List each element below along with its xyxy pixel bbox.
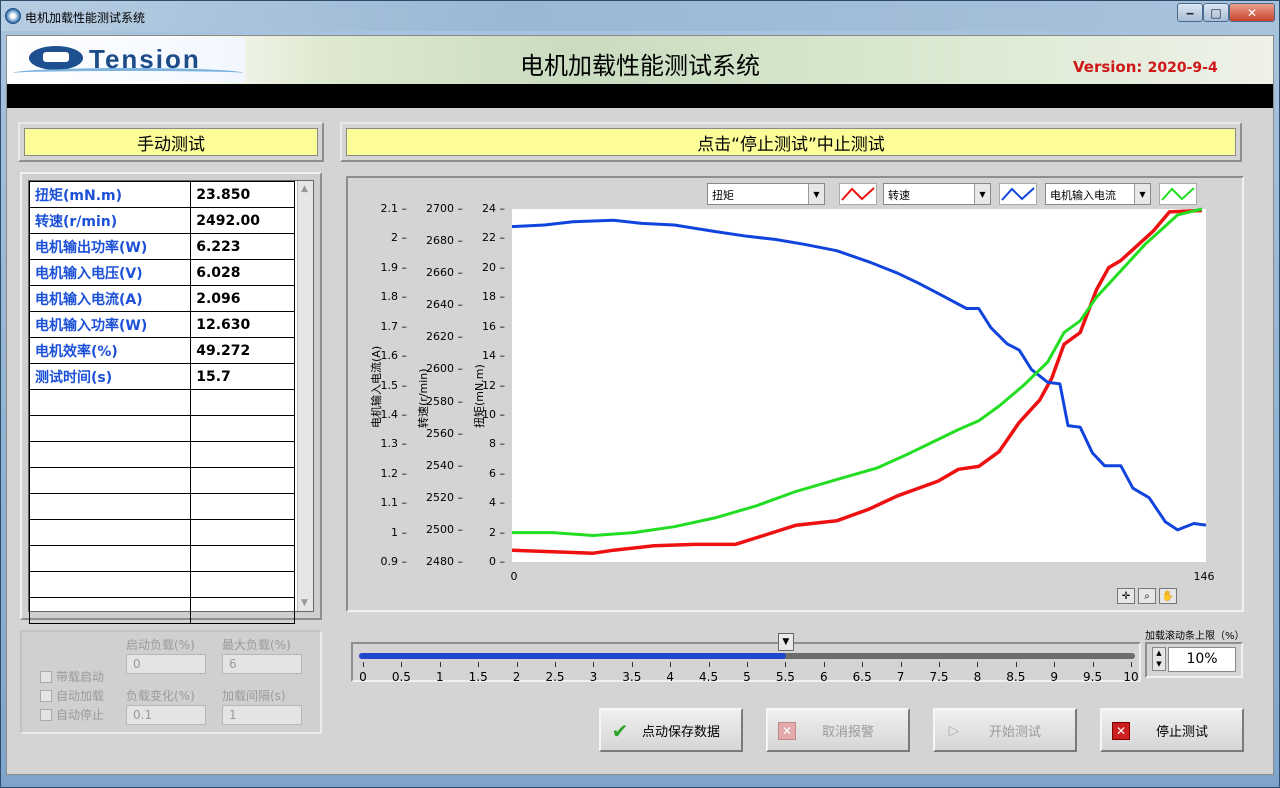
slider-tick-label: 5.5 [775, 670, 795, 684]
slider-tick-mark [977, 662, 979, 667]
slider-tick-label: 0 [359, 670, 367, 684]
slider-tick-mark [900, 662, 902, 667]
slider-tick-label: 2 [512, 670, 521, 684]
slider-tick-mark [1092, 662, 1094, 667]
slider-tick-label: 8.5 [1006, 670, 1026, 684]
slider-tick-label: 9 [1050, 670, 1058, 684]
load-slider-fill [359, 653, 786, 659]
slider-tick-label: 6 [819, 670, 828, 684]
window-title: 电机加载性能测试系统 [25, 11, 146, 25]
slider-tick-mark [401, 662, 403, 667]
slider-tick-mark [1054, 662, 1056, 667]
stop-test-button[interactable]: ✕ 停止测试 [1100, 708, 1244, 752]
slider-tick-label: 10 [1123, 670, 1139, 684]
slider-tick-mark [708, 662, 710, 667]
app-icon [5, 8, 21, 24]
slider-tick-label: 3.5 [622, 670, 642, 684]
cancel-alarm-button[interactable]: ✕ 取消报警 [766, 708, 910, 752]
slider-tick-mark [670, 662, 672, 667]
slider-tick-label: 1 [435, 670, 444, 684]
slider-tick-mark [516, 662, 518, 667]
app-window: 电机加载性能测试系统 ‒ □ ✕ Tension 电机加载性能测试系统 Vers… [0, 0, 1280, 788]
load-slider-thumb[interactable]: ▼ [777, 633, 794, 651]
slider-tick-label: 4 [666, 670, 674, 684]
slider-tick-label: 5 [743, 670, 751, 684]
slider-tick-mark [555, 662, 556, 667]
slider-tick-label: 7 [896, 670, 905, 684]
slider-tick-label: 2.5 [545, 670, 565, 684]
save-data-button[interactable]: ✔ 点动保存数据 [599, 708, 743, 752]
series-line [511, 208, 1202, 555]
slider-tick-label: 9.5 [1083, 670, 1103, 684]
x-icon: ✕ [1112, 722, 1130, 740]
crosshair-icon[interactable]: ✛ [1117, 588, 1135, 604]
slider-tick-label: 4.5 [699, 670, 719, 684]
client-area: Tension 电机加载性能测试系统 Version: 2020-9-4 手动测… [6, 35, 1274, 775]
start-test-label: 开始测试 [988, 724, 1041, 740]
check-icon: ✔ [611, 719, 629, 743]
slider-tick-mark [439, 662, 441, 667]
slider-tick-mark [862, 662, 864, 667]
slider-tick-mark [785, 662, 787, 667]
slider-tick-mark [593, 662, 595, 667]
minimize-button[interactable]: ‒ [1177, 3, 1203, 22]
zoom-icon[interactable]: ⌕ [1138, 588, 1156, 604]
slider-tick-mark [1131, 662, 1132, 667]
slider-tick-mark [747, 662, 748, 667]
slider-tick-label: 6.5 [852, 670, 872, 684]
maximize-button[interactable]: □ [1203, 3, 1229, 22]
slider-tick-mark [363, 662, 364, 667]
slider-tick-label: 8 [973, 670, 982, 684]
slider-tick-label: 3 [589, 670, 598, 684]
cancel-alarm-label: 取消报警 [821, 724, 874, 740]
stop-test-label: 停止测试 [1155, 724, 1208, 740]
save-data-label: 点动保存数据 [641, 724, 720, 740]
slider-tick-mark [1015, 662, 1017, 667]
slider-tick-label: 1.5 [468, 670, 488, 684]
pan-hand-icon[interactable]: ✋ [1159, 588, 1177, 604]
start-test-button[interactable]: ▷ 开始测试 [933, 708, 1077, 752]
slider-tick-mark [939, 662, 940, 667]
close-button[interactable]: ✕ [1229, 3, 1275, 22]
play-icon: ▷ [948, 723, 960, 739]
slider-tick-label: 0.5 [391, 670, 411, 684]
slider-tick-label: 7.5 [929, 670, 949, 684]
slider-tick-mark [823, 662, 825, 667]
series-line [511, 218, 1207, 532]
slider-limit-label: 加载滚动条上限（%） [1145, 631, 1245, 642]
slider-limit-field[interactable]: 10% [1168, 647, 1236, 672]
slider-tick-mark [631, 662, 633, 667]
spinner-arrows-icon[interactable]: ▲ ▼ [1152, 647, 1166, 671]
x-icon: ✕ [778, 722, 796, 740]
slider-tick-mark [478, 662, 480, 667]
title-bar: 电机加载性能测试系统 ‒ □ ✕ [1, 1, 1279, 31]
